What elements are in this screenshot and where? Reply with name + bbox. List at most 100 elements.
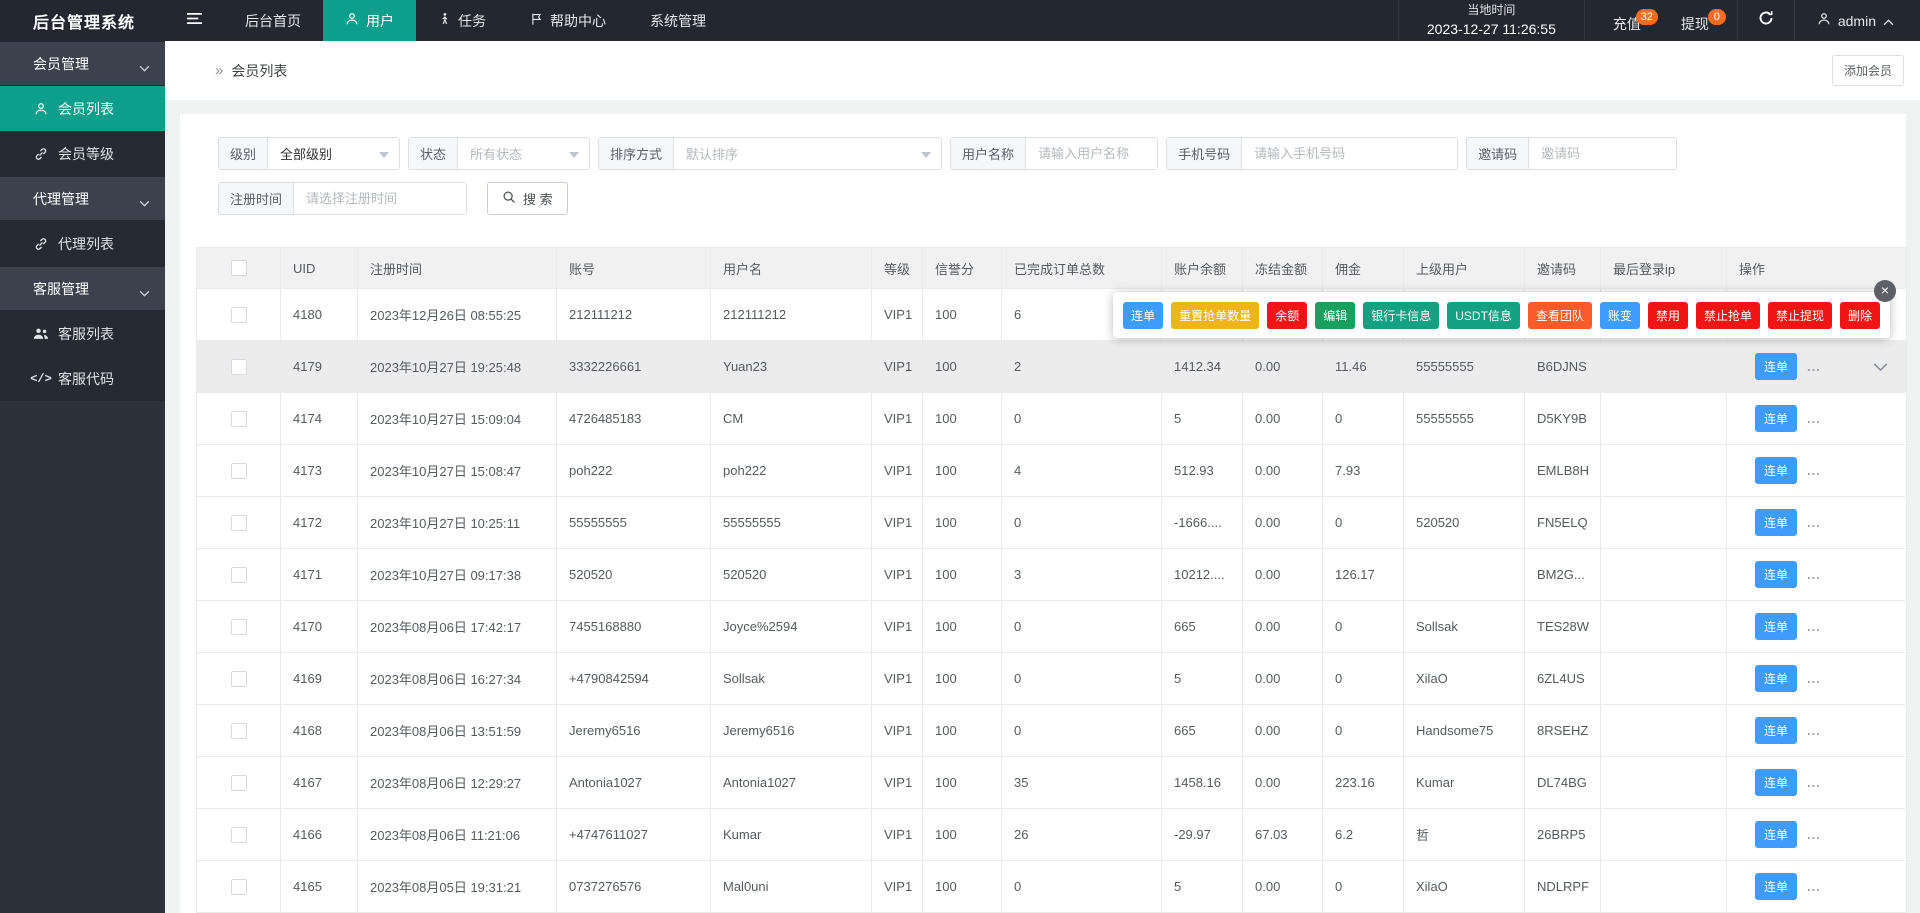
cell-action: 连单... [1726, 756, 1907, 809]
filter-input-注册时间[interactable] [294, 183, 467, 214]
cell-balance: -29.97 [1161, 808, 1243, 861]
more-actions-button[interactable]: ... [1807, 619, 1821, 634]
filter-排序方式: 排序方式 默认排序 [598, 137, 943, 170]
cell-orders: 4 [1001, 444, 1162, 497]
cell-uid: 4167 [280, 756, 358, 809]
sidebar-item-代理列表[interactable]: 代理列表 [0, 221, 165, 266]
cell-invite: EMLB8H [1524, 444, 1601, 497]
popup-action-账变[interactable]: 账变 [1599, 301, 1640, 329]
filter-select-状态[interactable]: 所有状态 [458, 138, 589, 169]
admin-menu-button[interactable]: admin [1795, 0, 1920, 41]
more-actions-button[interactable]: ... [1807, 515, 1821, 530]
more-actions-button[interactable]: ... [1807, 411, 1821, 426]
row-checkbox[interactable] [230, 514, 247, 531]
liandan-button[interactable]: 连单 [1755, 613, 1798, 640]
sidebar-item-会员列表[interactable]: 会员列表 [0, 86, 165, 131]
sidebar-toggle-button[interactable] [165, 0, 223, 41]
cell-time: 2023年10月27日 15:09:04 [357, 392, 557, 445]
filter-select-排序方式[interactable]: 默认排序 [674, 138, 941, 169]
liandan-button[interactable]: 连单 [1755, 717, 1798, 744]
nav-item-用户[interactable]: 用户 [323, 0, 416, 41]
more-actions-button[interactable]: ... [1807, 359, 1821, 374]
sidebar-group-客服管理[interactable]: 客服管理 [0, 266, 165, 311]
sidebar-item-会员等级[interactable]: 会员等级 [0, 131, 165, 176]
popup-action-禁用[interactable]: 禁用 [1647, 301, 1688, 329]
liandan-button[interactable]: 连单 [1755, 353, 1798, 380]
search-button[interactable]: 搜 索 [487, 182, 568, 215]
cell-parent: 哲 [1403, 808, 1525, 861]
refresh-button[interactable] [1738, 0, 1794, 41]
row-checkbox[interactable] [230, 618, 247, 635]
nav-item-帮助中心[interactable]: 帮助中心 [508, 0, 628, 41]
local-time-label: 当地时间 [1467, 3, 1516, 17]
row-checkbox[interactable] [230, 566, 247, 583]
recharge-button[interactable]: 充值 32 [1593, 8, 1661, 34]
popup-action-银行卡信息[interactable]: 银行卡信息 [1363, 301, 1440, 329]
liandan-button[interactable]: 连单 [1755, 821, 1798, 848]
row-checkbox[interactable] [230, 826, 247, 843]
row-checkbox[interactable] [230, 774, 247, 791]
sidebar-item-label: 客服代码 [58, 370, 114, 387]
cell-orders: 0 [1001, 704, 1162, 757]
liandan-button[interactable]: 连单 [1755, 769, 1798, 796]
row-checkbox[interactable] [230, 410, 247, 427]
popup-action-查看团队[interactable]: 查看团队 [1527, 301, 1592, 329]
sidebar-item-客服列表[interactable]: 客服列表 [0, 311, 165, 356]
popup-action-编辑[interactable]: 编辑 [1315, 301, 1356, 329]
liandan-button[interactable]: 连单 [1755, 665, 1798, 692]
cell-ip [1600, 340, 1727, 393]
row-checkbox-cell [196, 496, 281, 549]
more-actions-button[interactable]: ... [1807, 879, 1821, 894]
cell-balance: 5 [1161, 652, 1243, 705]
nav-item-后台首页[interactable]: 后台首页 [223, 0, 323, 41]
select-all-checkbox[interactable] [230, 260, 247, 277]
chevron-up-icon [1883, 13, 1894, 29]
popup-action-重置抢单数量[interactable]: 重置抢单数量 [1171, 301, 1260, 329]
more-actions-button[interactable]: ... [1807, 671, 1821, 686]
add-member-button[interactable]: 添加会员 [1831, 55, 1904, 86]
popup-action-连单[interactable]: 连单 [1123, 301, 1164, 329]
row-checkbox[interactable] [230, 358, 247, 375]
more-actions-button[interactable]: ... [1807, 775, 1821, 790]
popup-action-禁止抢单[interactable]: 禁止抢单 [1695, 301, 1760, 329]
sidebar-group-代理管理[interactable]: 代理管理 [0, 176, 165, 221]
filter-input-邀请码[interactable] [1529, 138, 1677, 169]
cell-uid: 4180 [280, 288, 358, 341]
filter-input-手机号码[interactable] [1242, 138, 1458, 169]
row-checkbox[interactable] [230, 670, 247, 687]
cell-balance: 10212.... [1161, 548, 1243, 601]
liandan-button[interactable]: 连单 [1755, 509, 1798, 536]
cell-commission: 223.16 [1322, 756, 1404, 809]
cell-time: 2023年10月27日 09:17:38 [357, 548, 557, 601]
popup-action-余额[interactable]: 余额 [1267, 301, 1308, 329]
more-actions-button[interactable]: ... [1807, 567, 1821, 582]
nav-item-任务[interactable]: 任务 [416, 0, 508, 41]
liandan-button[interactable]: 连单 [1755, 873, 1798, 900]
collapse-actions-chevron-icon[interactable] [1873, 360, 1888, 375]
popup-action-USDT信息[interactable]: USDT信息 [1447, 301, 1520, 329]
filter-select-级别[interactable]: 全部级别 [268, 138, 399, 169]
liandan-button[interactable]: 连单 [1755, 457, 1798, 484]
more-actions-button[interactable]: ... [1807, 723, 1821, 738]
row-checkbox[interactable] [230, 878, 247, 895]
sidebar-item-客服代码[interactable]: </> 客服代码 [0, 356, 165, 401]
cell-commission: 0 [1322, 392, 1404, 445]
row-checkbox[interactable] [230, 722, 247, 739]
filter-input-用户名称[interactable] [1026, 138, 1158, 169]
more-actions-button[interactable]: ... [1807, 463, 1821, 478]
popup-action-禁止提现[interactable]: 禁止提现 [1767, 301, 1832, 329]
cell-ip [1600, 756, 1727, 809]
more-actions-button[interactable]: ... [1807, 827, 1821, 842]
sidebar-group-会员管理[interactable]: 会员管理 [0, 41, 165, 86]
row-checkbox[interactable] [230, 462, 247, 479]
nav-item-系统管理[interactable]: 系统管理 [628, 0, 728, 41]
liandan-button[interactable]: 连单 [1755, 561, 1798, 588]
sidebar-item-label: 代理列表 [58, 235, 114, 252]
cell-uid: 4166 [280, 808, 358, 861]
cell-username: Antonia1027 [710, 756, 872, 809]
liandan-button[interactable]: 连单 [1755, 405, 1798, 432]
row-checkbox[interactable] [230, 306, 247, 323]
popup-action-删除[interactable]: 删除 [1839, 301, 1880, 329]
withdraw-button[interactable]: 提现 0 [1661, 8, 1729, 34]
close-icon[interactable]: × [1874, 280, 1896, 302]
